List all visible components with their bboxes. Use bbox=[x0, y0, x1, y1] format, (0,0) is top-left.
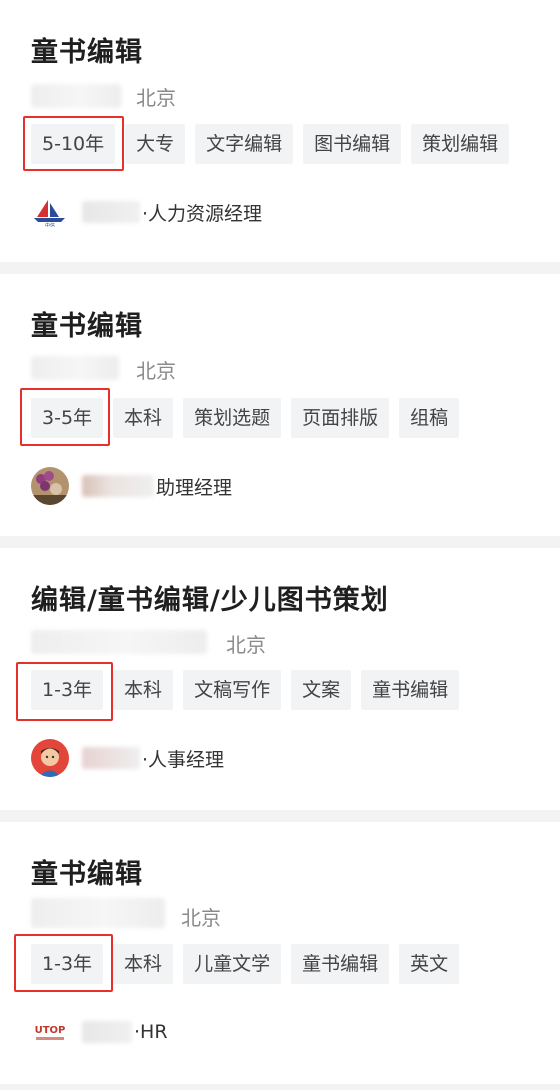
recruiter-role: ·人力资源经理 bbox=[142, 202, 263, 225]
company-name-blurred bbox=[31, 630, 207, 654]
tag-education: 本科 bbox=[113, 398, 174, 438]
tag-skill: 英文 bbox=[399, 944, 460, 984]
recruiter-row[interactable]: ·人事经理 bbox=[31, 738, 224, 778]
tag-skill: 儿童文学 bbox=[183, 944, 282, 984]
tag-skill: 图书编辑 bbox=[303, 124, 402, 164]
recruiter-row[interactable]: UTOP ·HR bbox=[31, 1012, 168, 1052]
job-title: 童书编辑 bbox=[31, 37, 143, 68]
recruiter-role: ·HR bbox=[134, 1021, 168, 1043]
job-card[interactable]: 童书编辑 北京 3-5年 本科 策划选题 页面排版 组稿 助理经理 bbox=[0, 274, 560, 536]
recruiter-name-blurred bbox=[82, 201, 140, 223]
highlight-box bbox=[20, 388, 110, 446]
tag-skill: 策划编辑 bbox=[411, 124, 510, 164]
job-city: 北京 bbox=[136, 359, 176, 383]
recruiter-row[interactable]: 中信 ·人力资源经理 bbox=[31, 192, 262, 232]
recruiter-name-blurred bbox=[82, 1021, 132, 1043]
recruiter-name-blurred bbox=[82, 475, 154, 497]
highlight-box bbox=[14, 934, 113, 992]
company-name-blurred bbox=[31, 898, 165, 928]
tag-skill: 童书编辑 bbox=[291, 944, 390, 984]
tag-education: 大专 bbox=[125, 124, 186, 164]
job-title: 童书编辑 bbox=[31, 859, 143, 890]
ship-logo-icon: 中信 bbox=[31, 197, 69, 229]
job-title: 编辑/童书编辑/少儿图书策划 bbox=[31, 585, 389, 616]
logo-text: UTOP bbox=[35, 1025, 66, 1036]
company-name-blurred bbox=[31, 84, 121, 108]
recruiter-role: ·人事经理 bbox=[142, 748, 225, 771]
recruiter-avatar bbox=[31, 739, 69, 777]
job-card[interactable]: 童书编辑 北京 1-3年 本科 儿童文学 童书编辑 英文 UTOP ·HR bbox=[0, 822, 560, 1084]
tag-skill: 页面排版 bbox=[291, 398, 390, 438]
job-card[interactable]: 童书编辑 北京 5-10年 大专 文字编辑 图书编辑 策划编辑 中信 ·人力资源… bbox=[0, 0, 560, 262]
tag-skill: 文字编辑 bbox=[195, 124, 294, 164]
highlight-box bbox=[23, 116, 124, 171]
tag-skill: 文稿写作 bbox=[183, 670, 282, 710]
recruiter-role: 助理经理 bbox=[156, 476, 233, 499]
tag-education: 本科 bbox=[113, 944, 174, 984]
company-name-blurred bbox=[31, 356, 119, 380]
job-card[interactable]: 编辑/童书编辑/少儿图书策划 北京 1-3年 本科 文稿写作 文案 童书编辑 ·… bbox=[0, 548, 560, 810]
recruiter-avatar bbox=[31, 467, 69, 505]
tag-skill: 组稿 bbox=[399, 398, 460, 438]
job-city: 北京 bbox=[181, 906, 221, 930]
recruiter-name-blurred bbox=[82, 747, 140, 769]
job-title: 童书编辑 bbox=[31, 311, 143, 342]
utop-logo-icon: UTOP bbox=[31, 1017, 69, 1047]
tag-skill: 策划选题 bbox=[183, 398, 282, 438]
job-city: 北京 bbox=[136, 86, 176, 110]
tag-education: 本科 bbox=[113, 670, 174, 710]
tag-skill: 文案 bbox=[291, 670, 352, 710]
recruiter-row[interactable]: 助理经理 bbox=[31, 466, 232, 506]
logo-text: 中信 bbox=[45, 222, 55, 227]
highlight-box bbox=[16, 662, 113, 721]
tag-skill: 童书编辑 bbox=[361, 670, 460, 710]
job-city: 北京 bbox=[226, 633, 266, 657]
